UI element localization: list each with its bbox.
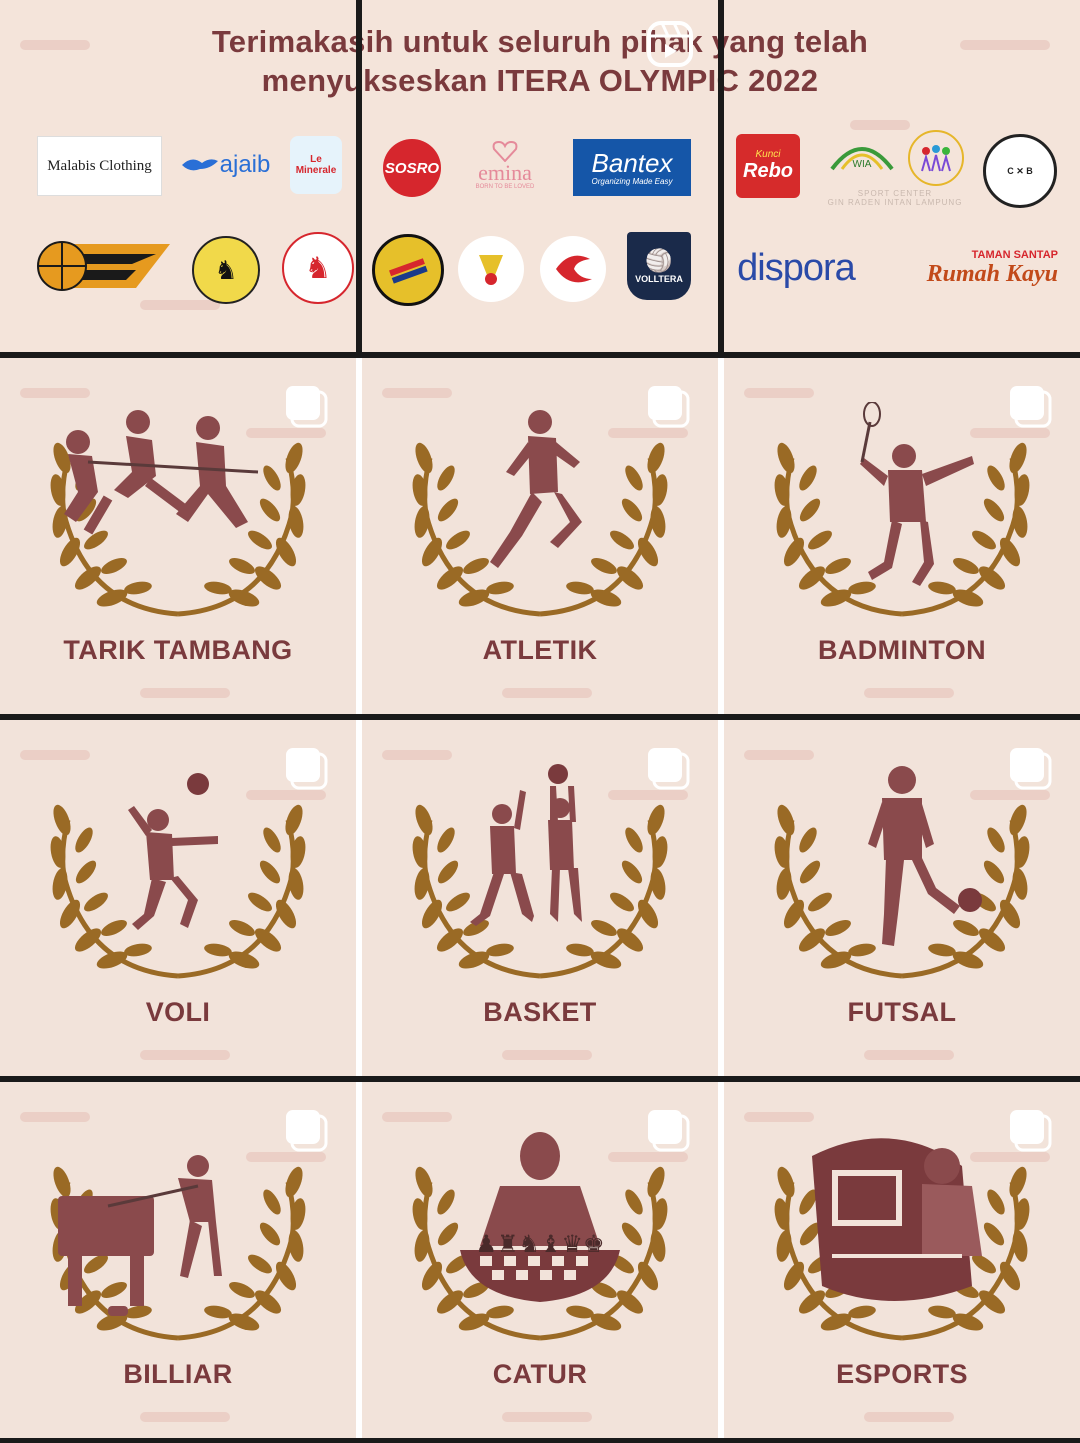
cloud-decoration xyxy=(20,750,90,760)
thank-you-title: Terimakasih untuk seluruh pihak yang tel… xyxy=(211,24,869,98)
sport-community-logo xyxy=(908,130,964,186)
grid-divider xyxy=(356,0,362,352)
sport-label: BILLIAR xyxy=(123,1359,233,1389)
badminton-player-icon xyxy=(860,402,974,586)
sport-label: VOLI xyxy=(145,997,211,1027)
post-tile[interactable]: BADMINTON xyxy=(724,358,1080,714)
cloud-decoration xyxy=(20,388,90,398)
emina-logo: emina BORN TO BE LOVED xyxy=(462,135,548,195)
ajaib-logo: ajaib xyxy=(170,145,280,185)
persatuan-sepakbola-itera-logo xyxy=(372,234,444,306)
cloud-decoration xyxy=(382,388,452,398)
carousel-icon xyxy=(648,1110,690,1152)
sport-label: BADMINTON xyxy=(817,635,987,665)
sport-label: FUTSAL xyxy=(847,997,957,1027)
carousel-icon xyxy=(648,748,690,790)
reels-icon[interactable] xyxy=(646,20,694,68)
dispora-logo: dispora xyxy=(737,246,856,289)
cloud-decoration xyxy=(864,1050,954,1060)
carousel-icon xyxy=(286,748,328,790)
post-tile[interactable]: ♟♜♞♝♛♚ CATUR xyxy=(362,1082,718,1438)
cloud-decoration xyxy=(744,1112,814,1122)
sport-label: TARIK TAMBANG xyxy=(63,635,293,665)
carousel-icon xyxy=(648,386,690,428)
post-tile[interactable]: TARIK TAMBANG xyxy=(0,358,356,714)
post-tile[interactable]: ESPORTS xyxy=(724,1082,1080,1438)
svg-text:♟♜♞♝♛♚: ♟♜♞♝♛♚ xyxy=(475,1230,604,1258)
basketball-players-icon xyxy=(470,764,582,926)
chess-player-icon: ♟♜♞♝♛♚ xyxy=(460,1132,620,1302)
grid-divider xyxy=(718,0,724,352)
rumah-kayu-logo: TAMAN SANTAP Rumah Kayu xyxy=(926,248,1058,287)
cloud-decoration xyxy=(744,750,814,760)
malabis-clothing-logo: Malabis Clothing xyxy=(37,136,162,196)
badminton-logo xyxy=(458,236,524,302)
sport-label: ESPORTS xyxy=(836,1359,968,1389)
grid-divider xyxy=(0,1438,1080,1443)
sport-center-text: SPORT CENTER GIN RADEN INTAN LAMPUNG xyxy=(827,189,963,207)
cloud-decoration xyxy=(140,1050,230,1060)
billiards-player-icon xyxy=(58,1155,222,1316)
cloud-decoration xyxy=(864,688,954,698)
runner-icon xyxy=(490,410,582,568)
wia-logo: WIA xyxy=(822,128,902,180)
carousel-icon xyxy=(1010,1110,1052,1152)
tera-esports-logo xyxy=(540,236,606,302)
carousel-icon xyxy=(1010,748,1052,790)
cloud-decoration xyxy=(864,1412,954,1422)
cloud-decoration xyxy=(140,688,230,698)
post-tile[interactable]: FUTSAL xyxy=(724,720,1080,1076)
percasi-lampung-logo: ♞ xyxy=(282,232,354,304)
post-tile[interactable]: BILLIAR xyxy=(0,1082,356,1438)
post-tile[interactable]: BASKET xyxy=(362,720,718,1076)
cloud-decoration xyxy=(502,1050,592,1060)
cloud-decoration xyxy=(140,1412,230,1422)
carousel-icon xyxy=(1010,386,1052,428)
sosro-logo: SOSRO xyxy=(383,139,441,197)
bantex-logo: Bantex Organizing Made Easy xyxy=(573,139,691,196)
svg-text:WIA: WIA xyxy=(853,159,872,170)
tug-of-war-icon xyxy=(64,410,259,535)
city-billiard-logo: C ✕ B xyxy=(983,134,1057,208)
volleyball-player-icon xyxy=(128,773,218,930)
le-minerale-logo: Le Minerale xyxy=(290,136,342,194)
sport-label: ATLETIK xyxy=(482,635,598,665)
cloud-decoration xyxy=(502,688,592,698)
carousel-icon xyxy=(286,386,328,428)
post-tile[interactable]: VOLI xyxy=(0,720,356,1076)
cloud-decoration xyxy=(382,1112,452,1122)
post-tile[interactable]: ATLETIK xyxy=(362,358,718,714)
cloud-decoration xyxy=(20,1112,90,1122)
kunci-rebo-logo: Kunci Rebo xyxy=(736,134,800,198)
itera-chess-club-logo: ♞ xyxy=(192,236,260,304)
cloud-decoration xyxy=(382,750,452,760)
itera-basketball-logo xyxy=(36,240,170,292)
cloud-decoration xyxy=(502,1412,592,1422)
carousel-icon xyxy=(286,1110,328,1152)
volltera-logo: 🏐 VOLLTERA xyxy=(627,232,691,300)
header-post[interactable]: Terimakasih untuk seluruh pihak yang tel… xyxy=(0,0,1080,352)
cloud-decoration xyxy=(744,388,814,398)
sport-label: BASKET xyxy=(483,997,597,1027)
esports-gamer-icon xyxy=(812,1138,982,1301)
sport-label: CATUR xyxy=(492,1359,588,1389)
futsal-player-icon xyxy=(868,766,982,946)
